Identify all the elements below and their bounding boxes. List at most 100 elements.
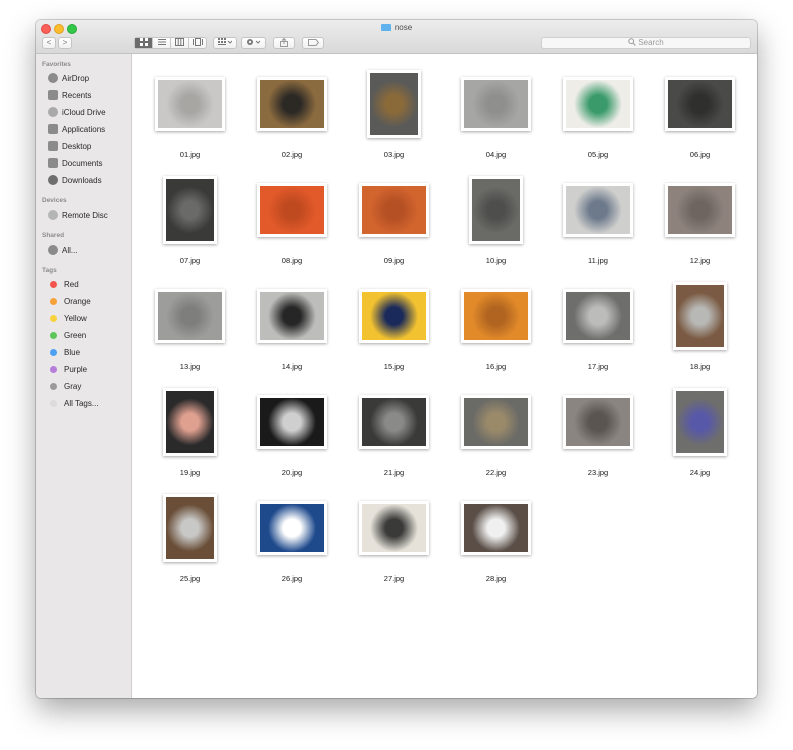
file-thumbnail[interactable] (461, 395, 531, 449)
file-thumbnail[interactable] (359, 289, 429, 343)
file-item[interactable]: 24.jpg (655, 378, 745, 484)
file-thumbnail[interactable] (359, 183, 429, 237)
file-item[interactable]: 16.jpg (451, 272, 541, 378)
file-name: 26.jpg (281, 574, 303, 583)
file-thumbnail[interactable] (257, 183, 327, 237)
file-thumbnail[interactable] (367, 70, 421, 138)
view-mode-control (134, 37, 207, 49)
group-by-button[interactable] (213, 37, 237, 49)
sidebar-tag-yellow[interactable]: Yellow (48, 312, 128, 326)
file-thumbnail[interactable] (665, 183, 735, 237)
sidebar-item-label: Downloads (62, 176, 102, 185)
file-thumbnail[interactable] (155, 289, 225, 343)
list-view-button[interactable] (153, 38, 171, 48)
file-item[interactable]: 22.jpg (451, 378, 541, 484)
sidebar-item-remote-disc[interactable]: Remote Disc (48, 209, 128, 223)
file-thumbnail[interactable] (563, 289, 633, 343)
file-thumbnail-area (145, 272, 235, 360)
file-item[interactable]: 05.jpg (553, 60, 643, 166)
file-thumbnail[interactable] (257, 501, 327, 555)
sidebar-item-documents[interactable]: Documents (48, 157, 128, 171)
file-thumbnail[interactable] (563, 395, 633, 449)
sidebar-tag-purple[interactable]: Purple (48, 363, 128, 377)
back-button[interactable]: < (42, 37, 56, 49)
file-thumbnail[interactable] (461, 501, 531, 555)
file-thumbnail[interactable] (359, 395, 429, 449)
file-thumbnail[interactable] (461, 77, 531, 131)
column-view-button[interactable] (171, 38, 189, 48)
file-item[interactable]: 26.jpg (247, 484, 337, 590)
icon-view-button[interactable] (135, 38, 153, 48)
sidebar-item-label: Orange (64, 297, 91, 306)
file-thumbnail[interactable] (163, 494, 217, 562)
file-thumbnail[interactable] (163, 388, 217, 456)
sidebar-item-applications[interactable]: Applications (48, 123, 128, 137)
file-thumbnail[interactable] (257, 395, 327, 449)
file-name: 17.jpg (587, 362, 609, 371)
file-item[interactable]: 23.jpg (553, 378, 643, 484)
file-thumbnail[interactable] (563, 77, 633, 131)
sidebar-item-recents[interactable]: Recents (48, 89, 128, 103)
search-field[interactable]: Search (541, 37, 751, 49)
file-item[interactable]: 18.jpg (655, 272, 745, 378)
file-name: 15.jpg (383, 362, 405, 371)
file-item[interactable]: 06.jpg (655, 60, 745, 166)
file-item[interactable]: 28.jpg (451, 484, 541, 590)
action-menu-button[interactable] (241, 37, 266, 49)
file-thumbnail[interactable] (257, 77, 327, 131)
file-item[interactable]: 21.jpg (349, 378, 439, 484)
gallery-view-button[interactable] (189, 38, 207, 48)
sidebar-item-label: Gray (64, 382, 82, 391)
file-item[interactable]: 20.jpg (247, 378, 337, 484)
file-item[interactable]: 27.jpg (349, 484, 439, 590)
toolbar: nose < > Search (36, 20, 757, 54)
file-item[interactable]: 02.jpg (247, 60, 337, 166)
file-thumbnail[interactable] (155, 77, 225, 131)
sidebar-tag-gray[interactable]: Gray (48, 380, 128, 394)
thumbnail-image (260, 186, 324, 234)
file-thumbnail[interactable] (673, 282, 727, 350)
file-item[interactable]: 15.jpg (349, 272, 439, 378)
file-item[interactable]: 13.jpg (145, 272, 235, 378)
file-thumbnail-area (145, 166, 235, 254)
share-button[interactable] (273, 37, 295, 49)
file-thumbnail[interactable] (163, 176, 217, 244)
file-thumbnail[interactable] (461, 289, 531, 343)
file-item[interactable]: 19.jpg (145, 378, 235, 484)
file-item[interactable]: 10.jpg (451, 166, 541, 272)
file-item[interactable]: 12.jpg (655, 166, 745, 272)
sidebar-tag-orange[interactable]: Orange (48, 295, 128, 309)
sidebar-tag-green[interactable]: Green (48, 329, 128, 343)
file-item[interactable]: 17.jpg (553, 272, 643, 378)
sidebar-item-desktop[interactable]: Desktop (48, 140, 128, 154)
sidebar-tag-red[interactable]: Red (48, 278, 128, 292)
sidebar-item-airdrop[interactable]: AirDrop (48, 72, 128, 86)
file-name: 07.jpg (179, 256, 201, 265)
file-thumbnail[interactable] (563, 183, 633, 237)
file-item[interactable]: 14.jpg (247, 272, 337, 378)
file-item[interactable]: 07.jpg (145, 166, 235, 272)
file-thumbnail[interactable] (469, 176, 523, 244)
file-thumbnail[interactable] (673, 388, 727, 456)
file-thumbnail[interactable] (359, 501, 429, 555)
file-item[interactable]: 09.jpg (349, 166, 439, 272)
forward-button[interactable]: > (58, 37, 72, 49)
tag-color-dot-icon (50, 298, 57, 305)
sidebar-item-shared-all[interactable]: All... (48, 244, 128, 258)
file-item[interactable]: 11.jpg (553, 166, 643, 272)
file-thumbnail[interactable] (257, 289, 327, 343)
edit-tags-button[interactable] (302, 37, 324, 49)
sidebar-tag-blue[interactable]: Blue (48, 346, 128, 360)
thumbnail-image (166, 391, 214, 453)
sidebar-section-tags: Tags (42, 267, 57, 274)
file-item[interactable]: 25.jpg (145, 484, 235, 590)
sidebar-item-icloud-drive[interactable]: iCloud Drive (48, 106, 128, 120)
file-item[interactable]: 04.jpg (451, 60, 541, 166)
file-thumbnail[interactable] (665, 77, 735, 131)
sidebar-item-downloads[interactable]: Downloads (48, 174, 128, 188)
sidebar-tag-all-tags[interactable]: All Tags... (48, 397, 128, 411)
file-name: 24.jpg (689, 468, 711, 477)
file-item[interactable]: 03.jpg (349, 60, 439, 166)
file-item[interactable]: 01.jpg (145, 60, 235, 166)
file-item[interactable]: 08.jpg (247, 166, 337, 272)
